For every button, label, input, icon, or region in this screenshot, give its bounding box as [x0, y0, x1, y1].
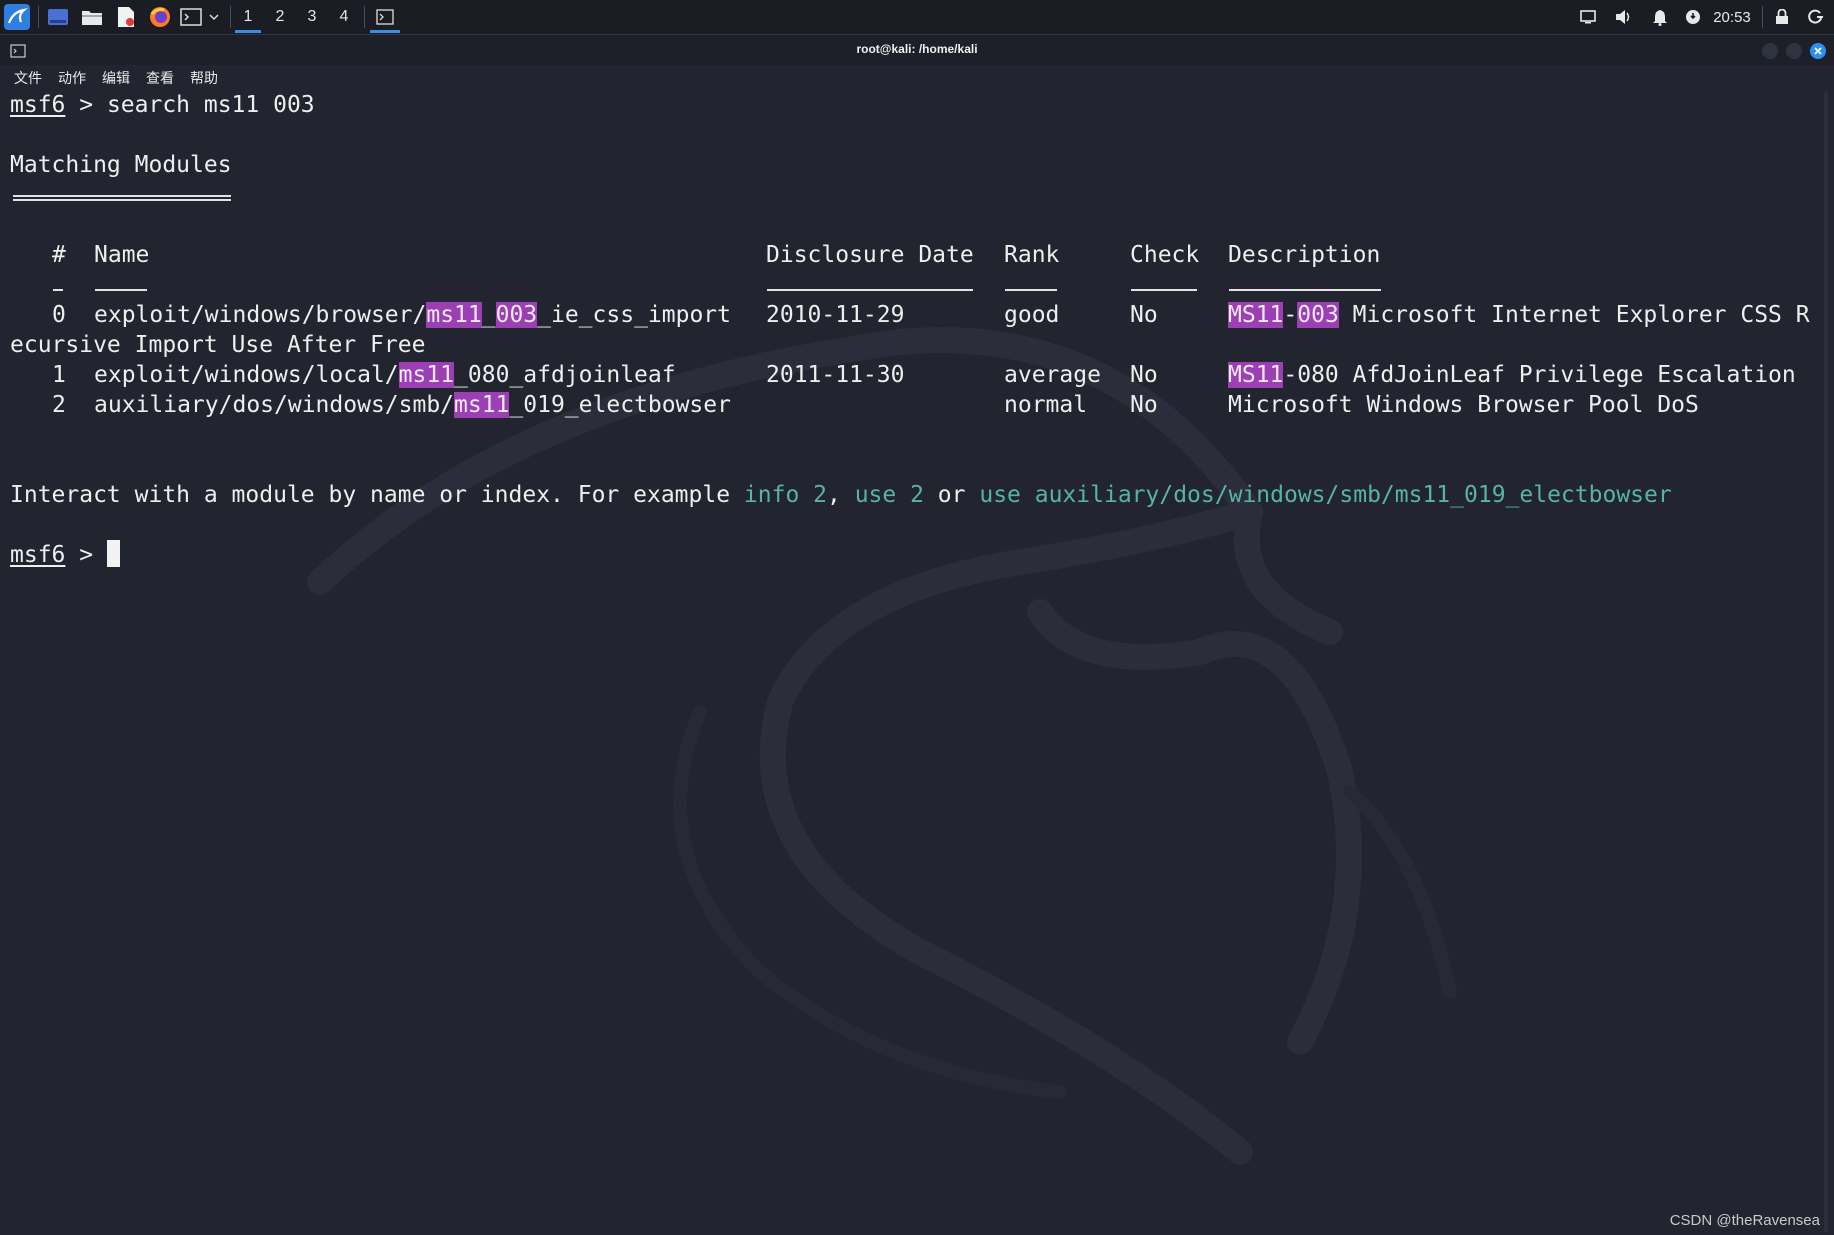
logout-icon[interactable] [1804, 0, 1828, 34]
window-title: root@kali: /home/kali [856, 42, 978, 56]
power-manager-icon[interactable] [1682, 0, 1704, 34]
terminal-icon[interactable] [178, 0, 204, 34]
prompt-line[interactable]: msf6 > [10, 540, 120, 570]
prompt-label-2: msf6 [10, 542, 66, 568]
desktop-icon[interactable] [44, 0, 72, 34]
command-text: search ms11 003 [106, 92, 315, 118]
header-name: Name [94, 242, 150, 268]
header-check: Check [1130, 242, 1200, 268]
row-1-description: MS11-080 AfdJoinLeaf Privilege Escalatio… [1228, 362, 1796, 388]
text-cursor [106, 540, 120, 567]
interact-hint: Interact with a module by name or index.… [10, 482, 1672, 508]
heading-underline-2 [13, 199, 231, 201]
top-panel: 1 2 3 4 20:53 [0, 0, 1834, 35]
row-0-description: MS11-003 Microsoft Internet Explorer CSS… [1228, 302, 1810, 328]
row-1-check: No [1130, 362, 1158, 388]
row-0-date: 2010-11-29 [766, 302, 905, 328]
command-line: msf6 > search ms11 003 [10, 92, 315, 118]
row-2-rank: normal [1004, 392, 1088, 418]
maximize-button[interactable] [1786, 43, 1802, 59]
display-icon[interactable] [1576, 0, 1600, 34]
kali-menu-icon[interactable] [2, 0, 32, 34]
workspace-3[interactable]: 3 [297, 0, 327, 34]
row-0-num: 0 [52, 302, 66, 328]
matching-modules-heading: Matching Modules [10, 152, 232, 178]
workspace-2[interactable]: 2 [265, 0, 295, 34]
row-2-description: Microsoft Windows Browser Pool DoS [1228, 392, 1699, 418]
menu-help[interactable]: 帮助 [190, 68, 218, 88]
header-description: Description [1228, 242, 1381, 268]
workspace-1[interactable]: 1 [233, 0, 263, 34]
firefox-icon[interactable] [146, 0, 174, 34]
terminal-area[interactable]: msf6 > search ms11 003 Matching Modules … [0, 92, 1820, 1235]
underline-check [1131, 289, 1197, 291]
menu-actions[interactable]: 动作 [58, 68, 86, 88]
file-manager-icon[interactable] [78, 0, 106, 34]
row-0-check: No [1130, 302, 1158, 328]
underline-rank [1005, 289, 1057, 291]
menu-view[interactable]: 查看 [146, 68, 174, 88]
row-2-num: 2 [52, 392, 66, 418]
minimize-button[interactable] [1762, 43, 1778, 59]
text-editor-icon[interactable] [112, 0, 140, 34]
workspace-4[interactable]: 4 [329, 0, 359, 34]
window-titlebar[interactable]: root@kali: /home/kali [0, 35, 1834, 65]
underline-name [95, 289, 147, 291]
underline-date [767, 289, 973, 291]
hint-info-cmd: info 2 [743, 482, 827, 508]
header-num: # [52, 242, 66, 268]
row-2-check: No [1130, 392, 1158, 418]
terminal-scrollbar[interactable] [1824, 92, 1828, 1232]
heading-underline [13, 195, 231, 197]
header-date: Disclosure Date [766, 242, 974, 268]
row-2-name: auxiliary/dos/windows/smb/ms11_019_elect… [94, 392, 731, 418]
notifications-icon[interactable] [1648, 0, 1672, 34]
header-rank: Rank [1004, 242, 1060, 268]
row-1-rank: average [1004, 362, 1101, 388]
row-1-name: exploit/windows/local/ms11_080_afdjoinle… [94, 362, 676, 388]
clock[interactable]: 20:53 [1708, 0, 1756, 34]
hint-use-cmd: use 2 [854, 482, 924, 508]
hint-use-module-cmd: use auxiliary/dos/windows/smb/ms11_019_e… [979, 482, 1672, 508]
row-0-name: exploit/windows/browser/ms11_003_ie_css_… [94, 302, 732, 328]
menu-file[interactable]: 文件 [14, 68, 42, 88]
row-0-rank: good [1004, 302, 1060, 328]
row-0-description-wrap: ecursive Import Use After Free [10, 332, 426, 358]
menubar: 文件 动作 编辑 查看 帮助 [0, 65, 1834, 91]
menu-edit[interactable]: 编辑 [102, 68, 130, 88]
taskbar-terminal-window[interactable] [368, 0, 402, 34]
prompt-label: msf6 [10, 92, 66, 118]
chevron-down-icon[interactable] [204, 0, 224, 34]
lock-icon[interactable] [1770, 0, 1794, 34]
row-1-num: 1 [52, 362, 66, 388]
underline-description [1229, 289, 1381, 291]
volume-icon[interactable] [1612, 0, 1636, 34]
watermark: CSDN @theRavensea [1669, 1212, 1820, 1229]
close-button[interactable] [1810, 43, 1826, 59]
row-1-date: 2011-11-30 [766, 362, 905, 388]
underline-num [53, 289, 63, 291]
close-icon [1814, 47, 1822, 55]
